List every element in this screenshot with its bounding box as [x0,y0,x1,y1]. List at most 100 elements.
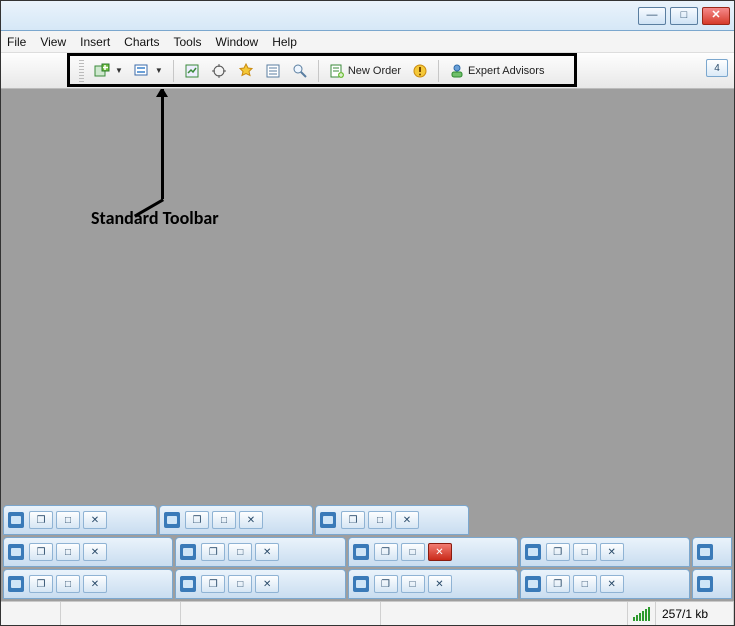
child-restore-button[interactable]: ❐ [201,543,225,561]
child-close-button[interactable]: ✕ [600,543,624,561]
status-cell [61,602,181,625]
child-close-button[interactable]: ✕ [255,575,279,593]
window-close-button[interactable]: ✕ [702,7,730,25]
window-minimize-button[interactable]: — [638,7,666,25]
new-order-icon [329,63,345,79]
profiles-button[interactable]: ▼ [130,60,167,82]
mdi-workspace: Standard Toolbar ❐ □ ✕ ❐ □ ✕ ❐ □ ✕ [1,89,734,601]
window-maximize-button[interactable]: □ [670,7,698,25]
menu-window[interactable]: Window [216,35,259,49]
child-restore-button[interactable]: ❐ [374,543,398,561]
title-bar: — □ ✕ [1,1,734,31]
child-window[interactable]: ❐ □ ✕ [315,505,469,535]
child-close-button[interactable]: ✕ [83,511,107,529]
child-maximize-button[interactable]: □ [573,543,597,561]
chart-window-icon [525,576,541,592]
chart-window-icon [8,576,24,592]
data-window-button[interactable] [261,60,285,82]
child-window[interactable] [692,537,732,567]
child-restore-button[interactable]: ❐ [546,543,570,561]
close-icon: ✕ [263,547,271,558]
maximize-icon: □ [65,547,71,558]
minimize-icon: — [647,10,658,21]
status-cell [381,602,628,625]
child-restore-button[interactable]: ❐ [29,543,53,561]
child-maximize-button[interactable]: □ [56,543,80,561]
child-restore-button[interactable]: ❐ [29,511,53,529]
child-window[interactable]: ❐ □ ✕ [3,537,173,567]
child-window-active[interactable]: ❐ □ ✕ [348,537,518,567]
child-close-button[interactable]: ✕ [83,575,107,593]
child-restore-button[interactable]: ❐ [341,511,365,529]
menu-insert[interactable]: Insert [80,35,110,49]
close-icon: ✕ [403,515,411,526]
child-maximize-button[interactable]: □ [212,511,236,529]
chart-window-icon [353,576,369,592]
child-window[interactable]: ❐ □ ✕ [159,505,313,535]
maximize-icon: □ [582,579,588,590]
strategy-tester-button[interactable] [288,60,312,82]
chart-window-icon [697,576,713,592]
chart-window-icon [180,544,196,560]
standard-toolbar: ▼ ▼ [73,56,554,86]
child-window[interactable]: ❐ □ ✕ [520,537,690,567]
child-maximize-button[interactable]: □ [401,543,425,561]
maximize-icon: □ [409,579,415,590]
child-restore-button[interactable]: ❐ [201,575,225,593]
expert-advisors-button[interactable]: Expert Advisors [445,60,548,82]
signal-bars-icon [633,607,650,621]
traffic-counter: 257/1 kb [656,602,734,625]
restore-icon: ❐ [37,515,46,526]
menu-file[interactable]: File [7,35,26,49]
child-restore-button[interactable]: ❐ [29,575,53,593]
child-window[interactable]: ❐ □ ✕ [520,569,690,599]
maximize-icon: □ [221,515,227,526]
child-window[interactable]: ❐ □ ✕ [348,569,518,599]
child-maximize-button[interactable]: □ [401,575,425,593]
maximize-icon: □ [409,547,415,558]
menu-tools[interactable]: Tools [174,35,202,49]
close-icon: ✕ [263,579,271,590]
child-close-button[interactable]: ✕ [255,543,279,561]
child-maximize-button[interactable]: □ [368,511,392,529]
close-icon: ✕ [711,10,720,21]
child-close-button[interactable]: ✕ [395,511,419,529]
child-close-button[interactable]: ✕ [600,575,624,593]
child-window[interactable]: ❐ □ ✕ [3,505,157,535]
child-maximize-button[interactable]: □ [56,511,80,529]
market-watch-button[interactable] [180,60,204,82]
menu-help[interactable]: Help [272,35,297,49]
toolbar-grip-icon[interactable] [79,60,84,82]
dropdown-arrow-icon: ▼ [115,66,123,75]
restore-icon: ❐ [381,579,390,590]
favorites-button[interactable] [234,60,258,82]
new-chart-button[interactable]: ▼ [90,60,127,82]
child-restore-button[interactable]: ❐ [185,511,209,529]
child-close-button[interactable]: ✕ [428,575,452,593]
expert-advisors-icon [449,63,465,79]
menu-charts[interactable]: Charts [124,35,159,49]
restore-icon: ❐ [349,515,358,526]
child-close-button[interactable]: ✕ [83,543,107,561]
child-maximize-button[interactable]: □ [56,575,80,593]
menu-view[interactable]: View [40,35,66,49]
close-icon: ✕ [247,515,255,526]
navigator-button[interactable] [207,60,231,82]
new-order-button[interactable]: New Order [325,60,405,82]
child-close-button[interactable]: ✕ [428,543,452,561]
child-window[interactable]: ❐ □ ✕ [3,569,173,599]
child-window[interactable] [692,569,732,599]
child-close-button[interactable]: ✕ [239,511,263,529]
autotrading-button[interactable] [408,60,432,82]
close-icon: ✕ [435,547,443,558]
child-restore-button[interactable]: ❐ [546,575,570,593]
child-window[interactable]: ❐ □ ✕ [175,537,345,567]
child-restore-button[interactable]: ❐ [374,575,398,593]
maximize-icon: □ [681,10,688,21]
restore-icon: ❐ [209,579,218,590]
toolbar-indicator-badge[interactable]: 4 [706,59,728,77]
child-maximize-button[interactable]: □ [573,575,597,593]
child-maximize-button[interactable]: □ [228,543,252,561]
child-window[interactable]: ❐ □ ✕ [175,569,345,599]
child-maximize-button[interactable]: □ [228,575,252,593]
